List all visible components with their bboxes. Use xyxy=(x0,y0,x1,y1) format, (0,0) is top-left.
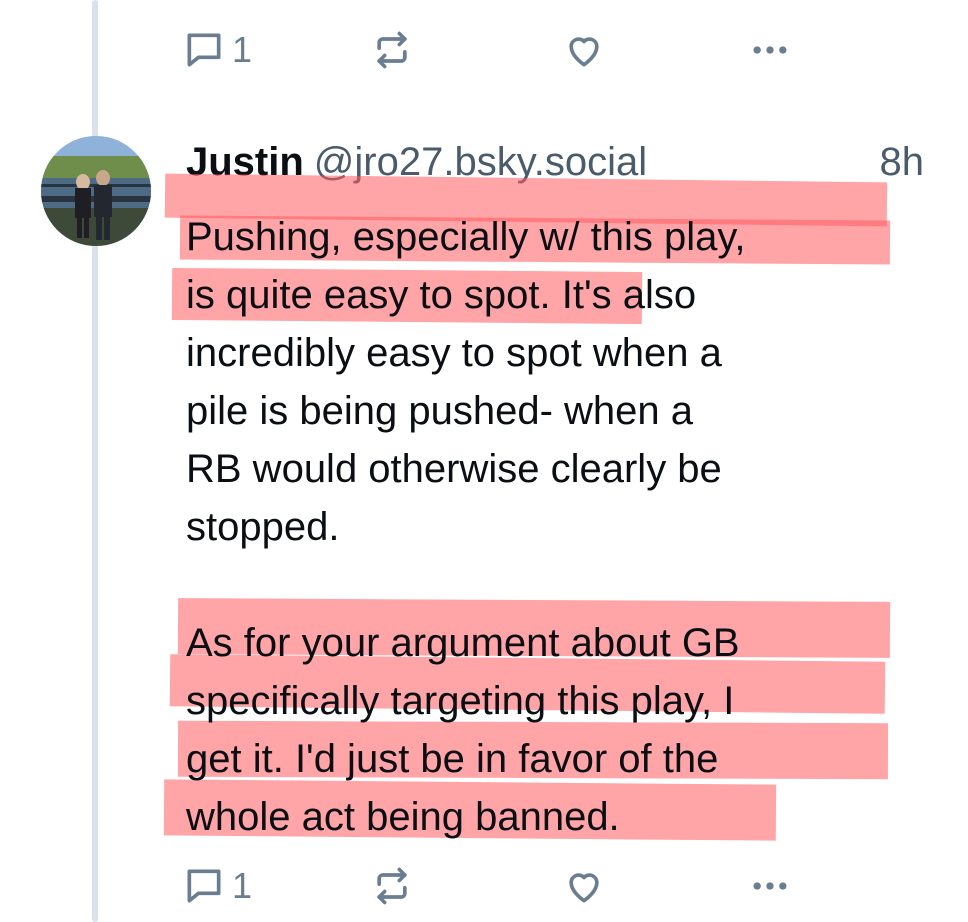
reply-count: 1 xyxy=(232,865,253,906)
more-options-button[interactable] xyxy=(748,20,792,80)
ellipsis-icon xyxy=(753,882,787,890)
repost-button[interactable] xyxy=(370,20,414,80)
speech-bubble-icon xyxy=(187,33,221,67)
previous-post-actions: 1 xyxy=(182,20,802,80)
repost-button[interactable] xyxy=(370,856,414,916)
post-body: Pushing, especially w/ this play, is qui… xyxy=(186,208,926,846)
post-text-line: incredibly easy to spot when a xyxy=(186,331,722,375)
post-text-line: pile is being pushed- when a xyxy=(186,389,694,433)
post-actions: 1 xyxy=(182,856,802,916)
like-button[interactable] xyxy=(562,20,606,80)
ellipsis-icon xyxy=(753,46,787,54)
avatar-photo xyxy=(41,136,151,246)
more-options-button[interactable] xyxy=(748,856,792,916)
avatar[interactable] xyxy=(41,136,151,246)
like-button[interactable] xyxy=(562,856,606,916)
post-timestamp[interactable]: 8h xyxy=(880,140,925,185)
post-text-line: get it. I'd just be in favor of the xyxy=(186,737,719,781)
heart-icon xyxy=(569,873,599,903)
reply-button[interactable]: 1 xyxy=(182,856,252,916)
post-text-line: whole act being banned. xyxy=(186,795,620,839)
post-text-line: stopped. xyxy=(186,505,340,549)
post-text-line: is quite easy to spot. It's also xyxy=(186,273,697,317)
heart-icon xyxy=(569,37,599,67)
post-text-line: As for your argument about GB xyxy=(186,621,740,665)
post-text-line: Pushing, especially w/ this play, xyxy=(186,215,746,259)
speech-bubble-icon xyxy=(187,869,221,903)
post-text-line: specifically targeting this play, I xyxy=(186,679,735,723)
repost-arrows-icon xyxy=(377,31,407,69)
repost-arrows-icon xyxy=(377,867,407,905)
post-text-line: RB would otherwise clearly be xyxy=(186,447,722,491)
reply-button[interactable]: 1 xyxy=(182,20,252,80)
reply-count: 1 xyxy=(232,29,253,70)
